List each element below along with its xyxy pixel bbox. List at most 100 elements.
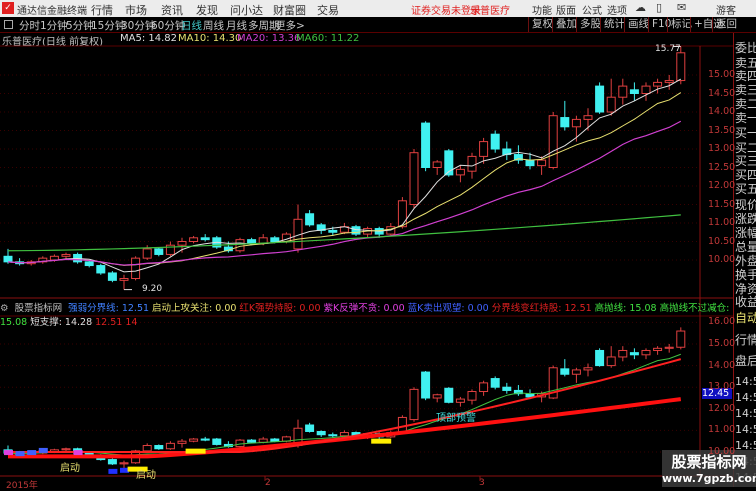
kline-chart[interactable] <box>0 0 756 487</box>
lower-candle <box>142 445 152 452</box>
lower-candle <box>200 438 210 441</box>
upper-candle <box>583 115 593 120</box>
indicator-value: 14 <box>125 317 138 328</box>
y-tick-lower: 16.00 <box>708 316 736 328</box>
x-tick: 2015年 <box>6 481 38 491</box>
lower-candle <box>328 434 338 437</box>
quote-label: 收益 <box>735 295 756 309</box>
lower-candle <box>258 438 268 443</box>
lower-candle <box>397 416 407 434</box>
y-tick-lower: 12.00 <box>708 402 736 414</box>
upper-candle <box>3 255 13 263</box>
indicator-value: 蓝K卖出观望: 0.00 <box>407 303 489 314</box>
lower-candle <box>177 440 187 444</box>
y-tick-upper: 14.50 <box>708 87 736 99</box>
lower-candle <box>676 330 686 348</box>
indicator-gear-icon[interactable]: ⚙ <box>0 303 9 314</box>
y-tick-lower: 11.00 <box>708 424 736 436</box>
low-annotation: 9.20 <box>142 284 163 294</box>
ma20-line <box>7 120 682 266</box>
lower-candle <box>664 346 674 349</box>
upper-candle <box>200 237 210 241</box>
lower-candle <box>595 349 605 367</box>
upper-candle <box>235 239 245 252</box>
upper-candle <box>618 85 628 98</box>
lower-candle <box>409 388 419 421</box>
lower-candle <box>154 445 164 450</box>
indicator-value: 12.51 <box>95 317 123 328</box>
upper-candle <box>455 168 465 176</box>
tick-time: 14:56 <box>735 375 756 388</box>
indicator-header: ⚙ 股票指标网 强弱分界线: 12.51 启动上攻关注: 0.00 红K强势持股: … <box>0 300 756 328</box>
upper-candle <box>189 237 199 243</box>
lower-candle <box>444 387 454 403</box>
high-annotation: 15.77 <box>655 44 681 54</box>
upper-candle <box>548 115 558 168</box>
lower-candle <box>270 438 280 442</box>
y-tick-lower: 13.00 <box>708 381 736 393</box>
lower-candle <box>339 432 349 437</box>
y-tick-upper: 11.00 <box>708 217 736 228</box>
upper-candle <box>328 229 338 233</box>
lower-candle <box>641 349 651 356</box>
lower-candle <box>479 382 489 393</box>
signal-bar <box>108 468 118 474</box>
upper-candle <box>49 255 59 261</box>
panel-tab[interactable]: 盘后 <box>735 352 756 369</box>
upper-candle <box>270 237 280 243</box>
upper-candle <box>467 155 477 172</box>
indicator-name[interactable]: 股票指标网 <box>15 303 63 314</box>
y-tick-lower: 10.00 <box>708 446 736 457</box>
indicator-value: 强弱分界线: 12.51 <box>68 303 150 314</box>
lower-candle <box>502 386 512 391</box>
y-tick-upper: 11.50 <box>708 198 736 210</box>
signal-bar <box>4 450 13 456</box>
panel-tab[interactable]: 自动 <box>735 309 756 326</box>
tick-time: 14:56 <box>735 391 756 404</box>
upper-candle <box>606 96 616 113</box>
lower-candle <box>305 424 315 432</box>
lower-candle <box>421 371 431 399</box>
upper-candle <box>560 117 570 128</box>
indicator-value: 分界线变红持股: 12.51 <box>491 303 592 314</box>
upper-candle <box>107 272 117 281</box>
tick-time: 14:56 <box>735 407 756 420</box>
upper-candle <box>421 122 431 168</box>
upper-candle <box>247 239 257 244</box>
panel-tab[interactable]: 行情 <box>735 331 756 348</box>
upper-candle <box>525 159 535 167</box>
y-tick-upper: 15.00 <box>708 69 736 80</box>
upper-candle <box>571 118 581 128</box>
lower-candle <box>490 378 500 388</box>
upper-candle <box>154 248 164 255</box>
upper-candle <box>595 85 605 113</box>
upper-candle <box>305 213 315 226</box>
lower-candle <box>432 394 442 399</box>
lower-candle <box>618 349 628 358</box>
tick-time: 14:56 <box>735 423 756 436</box>
y-tick-upper: 12.00 <box>708 180 736 191</box>
lower-candle <box>247 439 257 443</box>
indicator-value: 启动上攻关注: 0.00 <box>152 303 237 314</box>
upper-candle <box>177 241 187 246</box>
lower-candle <box>107 459 117 465</box>
y-tick-upper: 14.00 <box>708 106 736 117</box>
upper-candle <box>537 159 547 167</box>
signal-bar <box>73 450 83 456</box>
lower-candle <box>212 438 222 445</box>
indicator-value: 紫K反弹不贪: 0.00 <box>323 303 405 314</box>
indicator-value: 短支撑: 14.28 <box>30 317 93 328</box>
y-tick-upper: 10.00 <box>708 254 736 265</box>
start-signal-bar <box>185 448 206 454</box>
lower-candle <box>583 367 593 371</box>
quote-panel: 委比卖五卖四卖三卖二卖一买一买二买三买四买五现价涨跌涨幅总量外盘换手净资收益自动… <box>733 33 756 487</box>
upper-candle <box>664 80 674 83</box>
indicator-value: 高抛线: 15.08 <box>594 303 657 314</box>
lower-candle <box>61 448 71 451</box>
upper-candle <box>61 253 71 257</box>
signal-bar <box>15 451 25 457</box>
indicator-value: 红K强势持股: 0.00 <box>239 303 321 314</box>
signal-bar <box>38 447 48 453</box>
upper-candle <box>84 261 94 267</box>
watermark-url: www.7gpzb.com <box>662 472 756 485</box>
